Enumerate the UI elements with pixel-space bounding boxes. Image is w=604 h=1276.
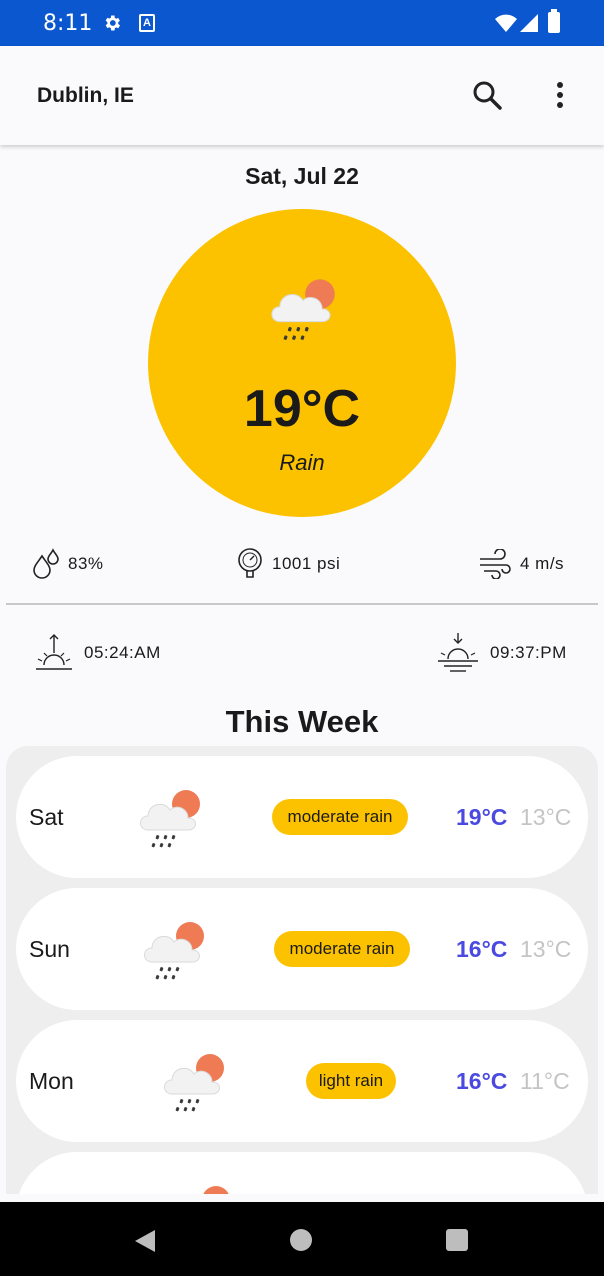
forecast-high: 19°C [456, 804, 508, 830]
humidity-value: 83% [68, 554, 104, 573]
forecast-low: 11°C [520, 1068, 570, 1094]
week-title: This Week [225, 704, 379, 739]
forecast-card-sat[interactable]: Sat moderate rain 19°C 13°C [16, 756, 588, 878]
wind-value: 4 m/s [520, 554, 565, 573]
rain-cloud-sun-icon [134, 786, 204, 852]
rain-cloud-sun-icon [164, 1182, 234, 1194]
search-icon[interactable] [470, 78, 504, 112]
wifi-icon [495, 14, 517, 32]
status-bar: 8:11 A [0, 0, 604, 46]
sunset-time: 09:37:PM [490, 643, 567, 662]
current-temperature: 19°C [243, 380, 361, 438]
rain-cloud-sun-icon [138, 918, 208, 984]
forecast-low: 13°C [520, 804, 572, 830]
forecast-card-mon[interactable]: Mon light rain 16°C 11°C [16, 1020, 588, 1142]
status-time: 8:11 [43, 11, 93, 36]
recents-icon[interactable] [446, 1229, 468, 1251]
current-weather-circle: 19°C Rain [148, 209, 456, 517]
humidity-stat: 83% [32, 546, 104, 582]
forecast-high: 16°C [456, 1068, 508, 1094]
wind-icon [480, 549, 511, 579]
forecast-day: Sat [29, 804, 64, 830]
forecast-low: 13°C [520, 936, 572, 962]
forecast-desc-badge: moderate rain [274, 931, 410, 967]
pressure-stat: 1001 psi [236, 546, 340, 582]
sunset-icon [438, 633, 478, 672]
back-icon[interactable] [133, 1229, 157, 1253]
rain-cloud-sun-icon [265, 275, 339, 345]
forecast-day: Sun [29, 936, 70, 962]
sunrise-time: 05:24:AM [84, 643, 161, 662]
current-condition: Rain [279, 450, 325, 475]
sunrise-stat: 05:24:AM [34, 630, 161, 676]
forecast-high: 16°C [456, 936, 508, 962]
week-forecast-list[interactable]: Sat moderate rain 19°C 13°C Sun moderate… [6, 746, 598, 1194]
forecast-desc-badge: light rain [306, 1063, 396, 1099]
battery-icon [548, 9, 560, 33]
divider [6, 603, 598, 605]
app-bar: Dublin, IE [0, 46, 604, 145]
home-icon[interactable] [290, 1229, 312, 1251]
wind-stat: 4 m/s [478, 546, 564, 582]
settings-gear-icon [105, 15, 120, 31]
sunrise-icon [36, 634, 72, 670]
current-date: Sat, Jul 22 [245, 163, 359, 189]
sunset-stat: 09:37:PM [436, 630, 567, 676]
forecast-desc-badge: moderate rain [272, 799, 408, 835]
system-nav-bar [0, 1202, 604, 1276]
pressure-value: 1001 psi [272, 554, 341, 573]
forecast-card-partial[interactable] [16, 1152, 588, 1194]
forecast-day: Mon [29, 1068, 74, 1094]
droplets-icon [33, 548, 59, 579]
forecast-card-sun[interactable]: Sun moderate rain 16°C 13°C [16, 888, 588, 1010]
rain-cloud-sun-icon [158, 1050, 228, 1116]
location-title: Dublin, IE [37, 84, 134, 107]
barometer-icon [238, 548, 262, 578]
accessibility-a-icon: A [139, 14, 155, 32]
cell-signal-icon [520, 14, 538, 32]
more-vert-icon[interactable] [548, 80, 572, 110]
